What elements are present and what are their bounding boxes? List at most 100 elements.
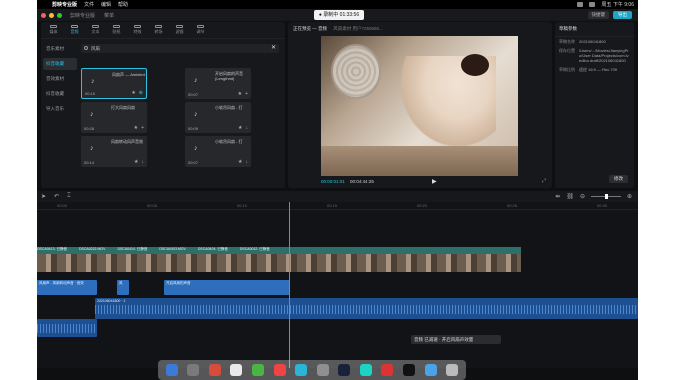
music-clip[interactable]	[37, 319, 97, 337]
tool-text[interactable]: 文本	[87, 25, 104, 35]
finder-icon[interactable]	[165, 364, 178, 376]
preview-current-time: 00:00:01:01	[321, 179, 345, 184]
chrome-icon[interactable]	[208, 364, 221, 376]
favorite-star-icon[interactable]: ★	[238, 91, 242, 97]
playhead[interactable]	[289, 202, 290, 368]
favorite-star-icon[interactable]: ★	[131, 90, 135, 96]
minimize-window-button[interactable]	[49, 12, 54, 18]
close-window-button[interactable]	[41, 12, 46, 18]
floor-image	[321, 146, 518, 176]
tool-adjust[interactable]: 调节	[192, 25, 209, 35]
add-icon[interactable]: ⊕	[139, 90, 143, 96]
shortcut-button[interactable]: 快捷键	[587, 11, 609, 19]
add-icon[interactable]: +	[245, 91, 248, 97]
download-icon[interactable]: ↓	[246, 125, 249, 131]
prop-key: 草稿名称	[559, 39, 575, 44]
audio-icon	[71, 25, 78, 28]
sidebar-item-favorites[interactable]: 抖音收藏	[43, 88, 77, 100]
audio-card-duration: 00:07	[188, 160, 199, 165]
launchpad-icon[interactable]	[187, 364, 200, 376]
audio-card[interactable]: ♪ 风扇声 — Ambient 00:15 ★ ⊕	[81, 68, 147, 99]
export-button[interactable]: 导出	[613, 11, 632, 19]
favorite-star-icon[interactable]: ★	[134, 159, 138, 165]
sidebar-item-import[interactable]: 导入音乐	[43, 103, 77, 115]
tool-media[interactable]: 媒体	[45, 25, 62, 35]
zoom-out-icon[interactable]: ⊖	[580, 193, 585, 200]
recording-indicator[interactable]: ● 录制中 01:33:56	[314, 10, 364, 20]
zoom-slider-knob[interactable]	[604, 194, 608, 199]
menubar-item-file[interactable]: 文件	[84, 1, 94, 8]
tool-transition[interactable]: 转场	[150, 25, 167, 35]
media-icon	[50, 25, 57, 28]
audio-card[interactable]: ♪ 小软吊风扇 - 打 00:07 ★ ↓	[185, 136, 251, 167]
link-icon[interactable]: ⛓	[566, 193, 574, 200]
favorite-star-icon[interactable]: ★	[238, 159, 242, 165]
screen: 剪映专业版 文件 编辑 帮助 周五 下午 9:06 剪映专业版 菜单 ● 录制中…	[37, 0, 638, 380]
sidebar-item-douyin-favs[interactable]: 抖音收藏	[43, 58, 77, 70]
zoom-slider[interactable]	[590, 194, 621, 199]
zoom-window-button[interactable]	[57, 12, 62, 18]
download-icon[interactable]: ↓	[246, 159, 249, 165]
tool-effects[interactable]: 特效	[129, 25, 146, 35]
battery-icon[interactable]	[589, 2, 596, 7]
snap-icon[interactable]: ⇹	[555, 193, 560, 200]
titlebar-menu-app[interactable]: 剪映专业版	[70, 12, 95, 19]
prop-value: 适应 16:9 — Rec.709	[579, 67, 618, 72]
audio-card[interactable]: ♪ 打大风扇风扇 00:28 ★ +	[81, 102, 147, 133]
wifi-icon[interactable]	[577, 2, 584, 7]
modify-button[interactable]: 修改	[609, 175, 628, 183]
search-input[interactable]: 风扇 ✕	[81, 44, 279, 53]
video-clip-label: DSCA0413. 已静音	[37, 247, 67, 251]
draft-properties-panel: 草稿参数 草稿名称 202106041800 保存位置 /Users/.../M…	[555, 22, 634, 188]
zoom-in-icon[interactable]: ⊕	[627, 193, 632, 200]
audio-card-title: 开启风扇的声音 (Lengthmt)	[215, 71, 243, 81]
tool-label: 调节	[196, 29, 205, 34]
appstore-icon[interactable]	[295, 364, 308, 376]
favorite-star-icon[interactable]: ★	[238, 125, 242, 131]
audio-clip-label: 开启风扇的声音	[166, 281, 191, 285]
audio-card-duration: 00:14	[84, 160, 95, 165]
download-icon[interactable]: ↓	[142, 159, 145, 165]
tool-label: 转场	[154, 29, 163, 34]
timeline-ruler[interactable]: 00:00 00:05 00:10 00:15 00:20 00:25 00:3…	[37, 202, 638, 210]
menubar-item-edit[interactable]: 编辑	[101, 1, 111, 8]
menubar-app-name[interactable]: 剪映专业版	[52, 1, 77, 8]
trash-icon[interactable]	[446, 364, 459, 376]
audio-card[interactable]: ♪ 风扇转动风声音效 00:14 ★ ↓	[81, 136, 147, 167]
music-app-icon[interactable]	[273, 364, 286, 376]
sidebar-item-music[interactable]: 音乐素材	[43, 43, 77, 55]
tool-audio[interactable]: 音频	[66, 25, 83, 35]
wechat-icon[interactable]	[402, 364, 415, 376]
menubar-item-help[interactable]: 帮助	[118, 1, 128, 8]
video-clip-label: DSCA0222.MOV	[78, 247, 106, 251]
titlebar-menu[interactable]: 菜单	[104, 12, 114, 19]
favorite-star-icon[interactable]: ★	[134, 125, 138, 131]
photoshop-icon[interactable]	[338, 364, 351, 376]
preview-video[interactable]	[321, 36, 518, 176]
apple-icon[interactable]	[41, 2, 46, 8]
tool-filter[interactable]: 滤镜	[171, 25, 188, 35]
messages-icon[interactable]	[252, 364, 265, 376]
select-cursor-icon[interactable]: ➤	[41, 193, 46, 200]
play-icon[interactable]: ▶	[432, 178, 437, 185]
sidebar-item-sfx[interactable]: 音效素材	[43, 73, 77, 85]
tool-sticker[interactable]: 贴纸	[108, 25, 125, 35]
settings-icon[interactable]	[316, 364, 329, 376]
fullscreen-icon[interactable]: ⤢	[542, 178, 546, 184]
jianying-icon[interactable]	[359, 364, 372, 376]
netease-music-icon[interactable]	[381, 364, 394, 376]
audio-card-title: 打大风扇风扇	[111, 105, 135, 110]
calendar-icon[interactable]	[230, 364, 243, 376]
folder-icon[interactable]	[424, 364, 437, 376]
music-note-icon: ♪	[194, 111, 198, 118]
undo-icon[interactable]: ↶	[54, 193, 59, 200]
split-icon[interactable]: ⌶	[67, 193, 71, 200]
video-clip-label: DSCA0403.MOV	[159, 247, 186, 251]
video-thumbnails[interactable]	[37, 254, 521, 272]
add-icon[interactable]: +	[141, 125, 144, 131]
music-clip[interactable]: 202106041800 · 1	[95, 298, 638, 319]
clear-search-icon[interactable]: ✕	[271, 44, 276, 53]
menubar-clock[interactable]: 周五 下午 9:06	[601, 1, 634, 8]
audio-card[interactable]: ♪ 小软吊风扇 - 打 00:09 ★ ↓	[185, 102, 251, 133]
audio-card[interactable]: ♪ 开启风扇的声音 (Lengthmt) 00:07 ★ +	[185, 68, 251, 99]
